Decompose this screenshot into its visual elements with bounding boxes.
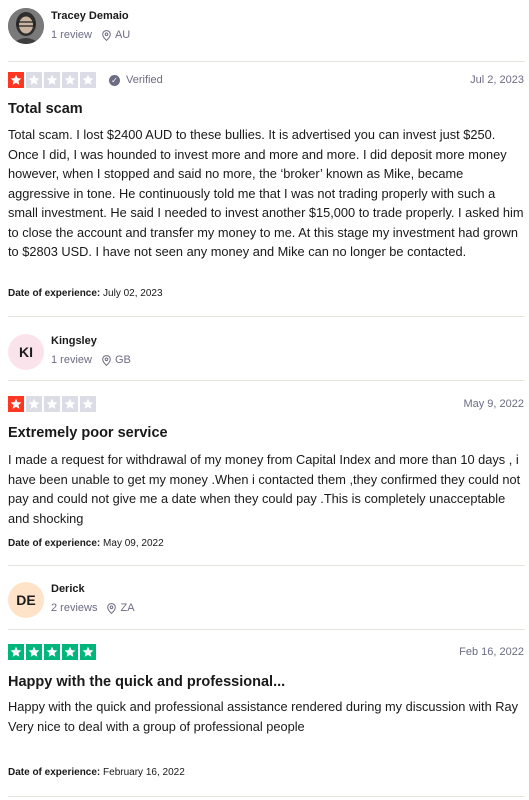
star-icon bbox=[62, 644, 78, 660]
consumer-name[interactable]: Tracey Demaio bbox=[51, 10, 129, 22]
review-text: Total scam. I lost $2400 AUD to these bu… bbox=[8, 127, 524, 259]
verified-label: Verified bbox=[126, 74, 163, 86]
star-icon bbox=[8, 644, 24, 660]
consumer-photo-icon bbox=[8, 8, 44, 44]
divider bbox=[8, 629, 525, 630]
avatar[interactable] bbox=[8, 8, 44, 44]
star-icon bbox=[44, 644, 60, 660]
avatar-initials: KI bbox=[19, 344, 33, 360]
review-card: Tracey Demaio 1 review AU ✓ Verified Jul… bbox=[0, 0, 529, 317]
star-icon bbox=[44, 72, 60, 88]
review-text: I made a request for withdrawal of my mo… bbox=[8, 452, 521, 526]
country-code: GB bbox=[114, 354, 131, 366]
consumer-meta: 2 reviews ZA bbox=[51, 602, 135, 614]
verified-badge[interactable]: ✓ Verified bbox=[109, 74, 163, 86]
experience-label: Date of experience: bbox=[8, 767, 101, 778]
star-rating bbox=[8, 644, 98, 660]
divider bbox=[8, 61, 525, 62]
review-count: 2 reviews bbox=[51, 602, 98, 614]
experience-label: Date of experience: bbox=[8, 288, 101, 299]
star-icon bbox=[44, 396, 60, 412]
star-icon bbox=[26, 396, 42, 412]
review-title[interactable]: Happy with the quick and professional... bbox=[8, 674, 285, 690]
date-of-experience: Date of experience: May 09, 2022 bbox=[8, 538, 164, 549]
date-of-experience: Date of experience: July 02, 2023 bbox=[8, 288, 163, 299]
divider bbox=[8, 380, 525, 381]
avatar-initials: DE bbox=[16, 592, 36, 608]
review-text: Happy with the quick and professional as… bbox=[8, 699, 519, 734]
star-rating bbox=[8, 72, 98, 88]
location-pin-icon bbox=[107, 602, 117, 614]
star-icon bbox=[26, 72, 42, 88]
review-title[interactable]: Total scam bbox=[8, 101, 83, 117]
review-card: DE Derick 2 reviews ZA Feb 16, 2022 Happ… bbox=[0, 566, 529, 800]
experience-date: July 02, 2023 bbox=[103, 288, 163, 299]
experience-date: February 16, 2022 bbox=[103, 767, 185, 778]
country-code: AU bbox=[114, 29, 131, 41]
review-date: Feb 16, 2022 bbox=[459, 646, 524, 658]
experience-date: May 09, 2022 bbox=[103, 538, 164, 549]
review-count: 1 review bbox=[51, 354, 92, 366]
consumer-name[interactable]: Kingsley bbox=[51, 335, 97, 347]
star-icon bbox=[62, 396, 78, 412]
consumer-meta: 1 review AU bbox=[51, 29, 130, 41]
star-icon bbox=[80, 72, 96, 88]
star-icon bbox=[62, 72, 78, 88]
consumer-meta: 1 review GB bbox=[51, 354, 131, 366]
date-of-experience: Date of experience: February 16, 2022 bbox=[8, 767, 185, 778]
consumer-name[interactable]: Derick bbox=[51, 583, 85, 595]
star-icon bbox=[8, 72, 24, 88]
review-card: KI Kingsley 1 review GB May 9, 2022 Extr… bbox=[0, 317, 529, 566]
star-rating bbox=[8, 396, 98, 412]
star-icon bbox=[80, 396, 96, 412]
star-icon bbox=[8, 396, 24, 412]
review-date: Jul 2, 2023 bbox=[470, 74, 524, 86]
avatar[interactable]: DE bbox=[8, 582, 44, 618]
avatar[interactable]: KI bbox=[8, 334, 44, 370]
star-icon bbox=[26, 644, 42, 660]
location-pin-icon bbox=[102, 29, 111, 41]
star-icon bbox=[80, 644, 96, 660]
divider bbox=[8, 796, 525, 797]
review-date: May 9, 2022 bbox=[463, 398, 524, 410]
location-pin-icon bbox=[102, 354, 111, 366]
experience-label: Date of experience: bbox=[8, 538, 101, 549]
review-title[interactable]: Extremely poor service bbox=[8, 425, 168, 441]
review-count: 1 review bbox=[51, 29, 92, 41]
country-code: ZA bbox=[120, 602, 135, 614]
checkmark-icon: ✓ bbox=[109, 74, 120, 86]
